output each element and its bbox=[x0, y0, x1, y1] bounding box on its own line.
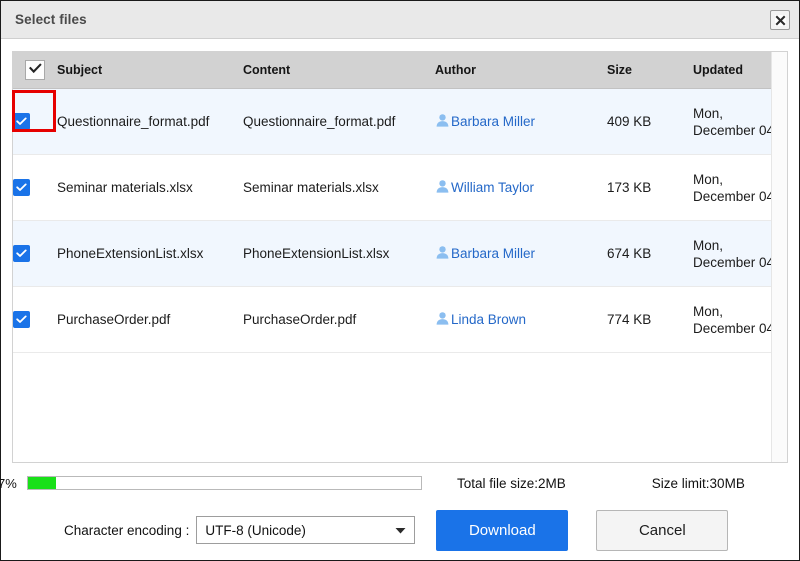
author-link-wrap[interactable]: Linda Brown bbox=[435, 311, 526, 329]
row-content: Seminar materials.xlsx bbox=[243, 154, 435, 221]
row-size: 173 KB bbox=[607, 154, 693, 221]
dialog-body: Subject Content Author Size Updated Ques… bbox=[0, 39, 799, 560]
row-content: Questionnaire_format.pdf bbox=[243, 88, 435, 155]
author-name: Barbara Miller bbox=[451, 114, 536, 129]
row-checkbox-cell bbox=[13, 154, 57, 221]
character-encoding-label: Character encoding : bbox=[64, 522, 190, 538]
files-table-head: Subject Content Author Size Updated bbox=[13, 52, 781, 89]
select-all-checkbox[interactable] bbox=[25, 60, 45, 80]
row-checkbox[interactable] bbox=[13, 113, 30, 130]
row-updated: Mon, December 04 bbox=[693, 154, 781, 221]
row-size: 409 KB bbox=[607, 88, 693, 155]
row-subject[interactable]: Questionnaire_format.pdf bbox=[57, 88, 243, 155]
row-checkbox[interactable] bbox=[13, 179, 30, 196]
total-file-size-label: Total file size:2MB bbox=[457, 475, 566, 491]
header-subject[interactable]: Subject bbox=[57, 52, 243, 89]
character-encoding-select[interactable]: UTF-8 (Unicode) bbox=[196, 516, 416, 544]
progress-percent-label: 7% bbox=[0, 475, 17, 491]
checkmark-icon bbox=[16, 246, 27, 261]
header-updated[interactable]: Updated bbox=[693, 52, 781, 89]
table-row: PurchaseOrder.pdf PurchaseOrder.pdf Lind… bbox=[13, 286, 781, 353]
row-content: PhoneExtensionList.xlsx bbox=[243, 220, 435, 287]
table-row: Seminar materials.xlsx Seminar materials… bbox=[13, 154, 781, 221]
author-link-wrap[interactable]: Barbara Miller bbox=[435, 113, 535, 131]
checkmark-icon bbox=[28, 63, 42, 77]
row-size: 774 KB bbox=[607, 286, 693, 353]
files-table-container: Subject Content Author Size Updated Ques… bbox=[13, 52, 781, 462]
select-files-dialog: Select files Subject Content Author Size… bbox=[0, 0, 800, 561]
progress-bar bbox=[27, 476, 422, 490]
close-icon bbox=[774, 14, 786, 26]
person-icon bbox=[435, 245, 450, 263]
cancel-button[interactable]: Cancel bbox=[596, 509, 729, 551]
download-button[interactable]: Download bbox=[436, 509, 569, 551]
row-checkbox-cell bbox=[13, 286, 57, 353]
row-updated: Mon, December 04 bbox=[693, 88, 781, 155]
table-row: PhoneExtensionList.xlsx PhoneExtensionLi… bbox=[13, 220, 781, 287]
row-subject[interactable]: Seminar materials.xlsx bbox=[57, 154, 243, 221]
row-size: 674 KB bbox=[607, 220, 693, 287]
table-header-row: Subject Content Author Size Updated bbox=[13, 52, 781, 89]
person-icon bbox=[435, 311, 450, 329]
author-name: Linda Brown bbox=[451, 312, 527, 327]
files-table-panel: Subject Content Author Size Updated Ques… bbox=[12, 51, 788, 463]
row-checkbox[interactable] bbox=[13, 245, 30, 262]
vertical-scrollbar[interactable] bbox=[771, 52, 787, 462]
row-checkbox[interactable] bbox=[13, 311, 30, 328]
row-checkbox-cell bbox=[13, 220, 57, 287]
header-content[interactable]: Content bbox=[243, 52, 435, 89]
header-author[interactable]: Author bbox=[435, 52, 607, 89]
author-link-wrap[interactable]: Barbara Miller bbox=[435, 245, 535, 263]
chevron-down-icon bbox=[394, 523, 407, 538]
dialog-action-row: Character encoding : UTF-8 (Unicode) Dow… bbox=[12, 503, 788, 557]
size-limit-label: Size limit:30MB bbox=[651, 475, 745, 491]
checkmark-icon bbox=[16, 180, 27, 195]
header-size[interactable]: Size bbox=[607, 52, 693, 89]
header-select-all-cell bbox=[13, 52, 57, 89]
author-name: William Taylor bbox=[451, 180, 535, 195]
checkmark-icon bbox=[16, 312, 27, 327]
table-row: Questionnaire_format.pdf Questionnaire_f… bbox=[13, 88, 781, 155]
row-subject[interactable]: PurchaseOrder.pdf bbox=[57, 286, 243, 353]
files-table: Subject Content Author Size Updated Ques… bbox=[13, 52, 781, 353]
select-all-wrap bbox=[13, 52, 57, 88]
person-icon bbox=[435, 179, 450, 197]
checkmark-icon bbox=[16, 114, 27, 129]
row-subject[interactable]: PhoneExtensionList.xlsx bbox=[57, 220, 243, 287]
author-name: Barbara Miller bbox=[451, 246, 536, 261]
row-author-cell: Linda Brown bbox=[435, 286, 607, 353]
author-link-wrap[interactable]: William Taylor bbox=[435, 179, 534, 197]
row-updated: Mon, December 04 bbox=[693, 286, 781, 353]
upload-status-row: 7% Total file size:2MB Size limit:30MB bbox=[0, 463, 788, 503]
row-author-cell: William Taylor bbox=[435, 154, 607, 221]
progress-bar-fill bbox=[28, 477, 56, 489]
files-table-scroll-area: Subject Content Author Size Updated Ques… bbox=[13, 52, 787, 462]
close-button[interactable] bbox=[770, 10, 790, 30]
dialog-title: Select files bbox=[15, 12, 87, 27]
files-table-body: Questionnaire_format.pdf Questionnaire_f… bbox=[13, 88, 781, 353]
row-author-cell: Barbara Miller bbox=[435, 220, 607, 287]
row-updated: Mon, December 04 bbox=[693, 220, 781, 287]
row-author-cell: Barbara Miller bbox=[435, 88, 607, 155]
dialog-titlebar: Select files bbox=[1, 1, 799, 39]
person-icon bbox=[435, 113, 450, 131]
row-checkbox-cell bbox=[13, 88, 57, 155]
character-encoding-value: UTF-8 (Unicode) bbox=[205, 522, 306, 538]
row-content: PurchaseOrder.pdf bbox=[243, 286, 435, 353]
